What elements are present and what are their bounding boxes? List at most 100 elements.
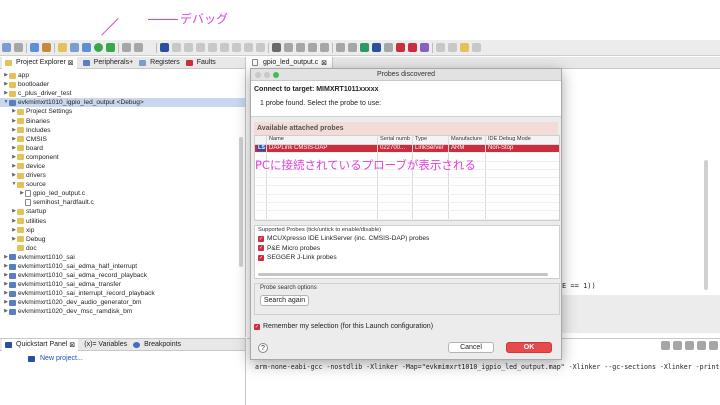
checkbox-checked-icon[interactable]: ✓ bbox=[258, 254, 264, 261]
cancel-button[interactable]: Cancel bbox=[448, 342, 494, 353]
tree-item[interactable]: ▶ Project Settings bbox=[0, 107, 245, 116]
step-into-icon[interactable] bbox=[208, 43, 217, 52]
supported-probe-pemicro[interactable]: ✓ P&E Micro probes bbox=[258, 244, 556, 254]
suspend-icon[interactable] bbox=[184, 43, 193, 52]
window-zoom-icon[interactable] bbox=[273, 72, 279, 78]
tree-item[interactable]: ▶ startup bbox=[0, 207, 245, 216]
column-header-manufacturer[interactable]: Manufacture bbox=[449, 136, 486, 144]
new-icon[interactable] bbox=[2, 43, 11, 52]
analysis-icon[interactable] bbox=[320, 43, 329, 52]
save-icon[interactable] bbox=[14, 43, 23, 52]
tree-item[interactable]: ▼ evkmimxrt1010_igpio_led_output <Debug> bbox=[0, 98, 245, 108]
tree-item[interactable]: ▶ board bbox=[0, 144, 245, 153]
trace-icon[interactable] bbox=[308, 43, 317, 52]
hammer-icon[interactable] bbox=[42, 43, 51, 52]
ok-button[interactable]: OK bbox=[506, 342, 552, 353]
tree-item[interactable]: ▶ gpio_led_output.c bbox=[0, 189, 245, 198]
step-over-icon[interactable] bbox=[220, 43, 229, 52]
build-icon[interactable] bbox=[30, 43, 39, 52]
tree-item[interactable]: semihost_hardfault.c bbox=[0, 198, 245, 207]
window-minimize-icon[interactable] bbox=[264, 72, 270, 78]
new-project-row[interactable]: New project... bbox=[0, 351, 245, 362]
checkbox-checked-icon[interactable]: ✓ bbox=[258, 245, 264, 252]
terminate-icon[interactable] bbox=[196, 43, 205, 52]
tree-item[interactable]: ▶ utilities bbox=[0, 217, 245, 226]
column-header-serial[interactable]: Serial numb bbox=[378, 136, 413, 144]
peripherals-icon[interactable] bbox=[372, 43, 381, 52]
debug-probe-icon[interactable] bbox=[420, 43, 429, 52]
folder-icon[interactable] bbox=[58, 43, 67, 52]
back-icon[interactable] bbox=[460, 43, 469, 52]
tree-item[interactable]: ▶ Includes bbox=[0, 126, 245, 135]
tree-item[interactable]: ▶ c_plus_driver_test bbox=[0, 89, 245, 98]
tree-item[interactable]: ▶ Debug bbox=[0, 235, 245, 244]
register-icon[interactable] bbox=[296, 43, 305, 52]
close-icon[interactable]: ⊠ bbox=[69, 341, 75, 349]
tree-item[interactable]: ▶ app bbox=[0, 71, 245, 80]
clear-console-icon[interactable] bbox=[661, 341, 670, 350]
close-icon[interactable]: ⊠ bbox=[321, 59, 327, 67]
pins-icon[interactable] bbox=[384, 43, 393, 52]
tab-project-explorer[interactable]: Project Explorer ⊠ bbox=[2, 56, 77, 69]
tree-item[interactable]: ▶ evkmimxrt1010_sai_edma_half_interrupt bbox=[0, 262, 245, 271]
tree-item[interactable]: ▶ component bbox=[0, 153, 245, 162]
tools-icon[interactable] bbox=[272, 43, 281, 52]
edit-icon[interactable] bbox=[134, 43, 143, 52]
annotation-nav-icon[interactable] bbox=[448, 43, 457, 52]
supported-probe-linkserver[interactable]: ✓ MCUXpresso IDE LinkServer (inc. CMSIS-… bbox=[258, 234, 556, 244]
tab-breakpoints[interactable]: Breakpoints bbox=[133, 341, 181, 348]
step-return-icon[interactable] bbox=[232, 43, 241, 52]
navigate-icon[interactable] bbox=[436, 43, 445, 52]
column-header-debug-mode[interactable]: IDE Debug Mode bbox=[486, 136, 559, 144]
checkbox-checked-icon[interactable]: ✓ bbox=[258, 235, 264, 242]
config-icon[interactable] bbox=[348, 43, 357, 52]
debug-view-icon[interactable] bbox=[160, 43, 169, 52]
tab-peripherals[interactable]: Peripherals+ bbox=[82, 59, 133, 66]
tree-item[interactable]: ▶ evkmimxrt1010_sai_edma_record_playback bbox=[0, 271, 245, 280]
tree-item[interactable]: ▶ bootloader bbox=[0, 80, 245, 89]
search-icon[interactable] bbox=[122, 43, 131, 52]
window-close-icon[interactable] bbox=[255, 72, 261, 78]
column-header[interactable] bbox=[255, 136, 267, 144]
tree-scrollbar[interactable] bbox=[239, 137, 243, 267]
editor-tab-file[interactable]: gpio_led_output.c ⊠ bbox=[247, 56, 334, 69]
tree-item[interactable]: doc bbox=[0, 244, 245, 253]
tree-item[interactable]: ▶ evkmimxrt1010_sai bbox=[0, 253, 245, 262]
link-icon[interactable] bbox=[396, 43, 405, 52]
config-tools-icon[interactable] bbox=[360, 43, 369, 52]
tree-item[interactable]: ▶ device bbox=[0, 162, 245, 171]
help-button[interactable]: ? bbox=[258, 343, 268, 353]
probe-row[interactable]: LS DAPLink CMSIS-DAP 022700... LinkServe… bbox=[255, 145, 559, 154]
tree-item[interactable]: ▶ evkmimxrt1020_dev_audio_generator_bm bbox=[0, 298, 245, 307]
pin-console-icon[interactable] bbox=[685, 341, 694, 350]
close-icon[interactable]: ⊠ bbox=[68, 59, 74, 67]
probe-icon[interactable] bbox=[408, 43, 417, 52]
supported-probes-scrollbar[interactable] bbox=[258, 273, 548, 276]
forward-icon[interactable] bbox=[472, 43, 481, 52]
debug-bug-icon[interactable] bbox=[70, 43, 79, 52]
debug-config-icon[interactable] bbox=[82, 43, 91, 52]
checkbox-checked-icon[interactable]: ✓ bbox=[254, 323, 260, 330]
tab-registers[interactable]: Registers bbox=[139, 59, 180, 66]
search-again-button[interactable]: Search again bbox=[260, 295, 309, 306]
run-icon[interactable] bbox=[94, 43, 103, 52]
new-project-link[interactable]: New project... bbox=[40, 355, 83, 362]
column-header-name[interactable]: Name bbox=[267, 136, 378, 144]
supported-probe-jlink[interactable]: ✓ SEGGER J-Link probes bbox=[258, 253, 556, 263]
run-config-icon[interactable] bbox=[106, 43, 115, 52]
remember-selection-row[interactable]: ✓ Remember my selection (for this Launch… bbox=[254, 323, 433, 330]
restart-icon[interactable] bbox=[244, 43, 253, 52]
memory-icon[interactable] bbox=[284, 43, 293, 52]
tab-quickstart[interactable]: Quickstart Panel ⊠ bbox=[2, 338, 79, 351]
resume-icon[interactable] bbox=[172, 43, 181, 52]
tree-item[interactable]: ▶ drivers bbox=[0, 171, 245, 180]
perspective-icon[interactable] bbox=[336, 43, 345, 52]
tree-item[interactable]: ▶ evkmimxrt1020_dev_msc_ramdisk_bm bbox=[0, 307, 245, 316]
tree-item[interactable]: ▶ evkmimxrt1010_sai_edma_transfer bbox=[0, 280, 245, 289]
column-header-type[interactable]: Type bbox=[413, 136, 449, 144]
tree-item[interactable]: ▼ source bbox=[0, 180, 245, 189]
instruction-step-icon[interactable] bbox=[256, 43, 265, 52]
tree-item[interactable]: ▶ evkmimxrt1010_sai_interrupt_record_play… bbox=[0, 289, 245, 298]
tab-variables[interactable]: (x)= Variables bbox=[84, 341, 127, 348]
tree-item[interactable]: ▶ CMSIS bbox=[0, 135, 245, 144]
